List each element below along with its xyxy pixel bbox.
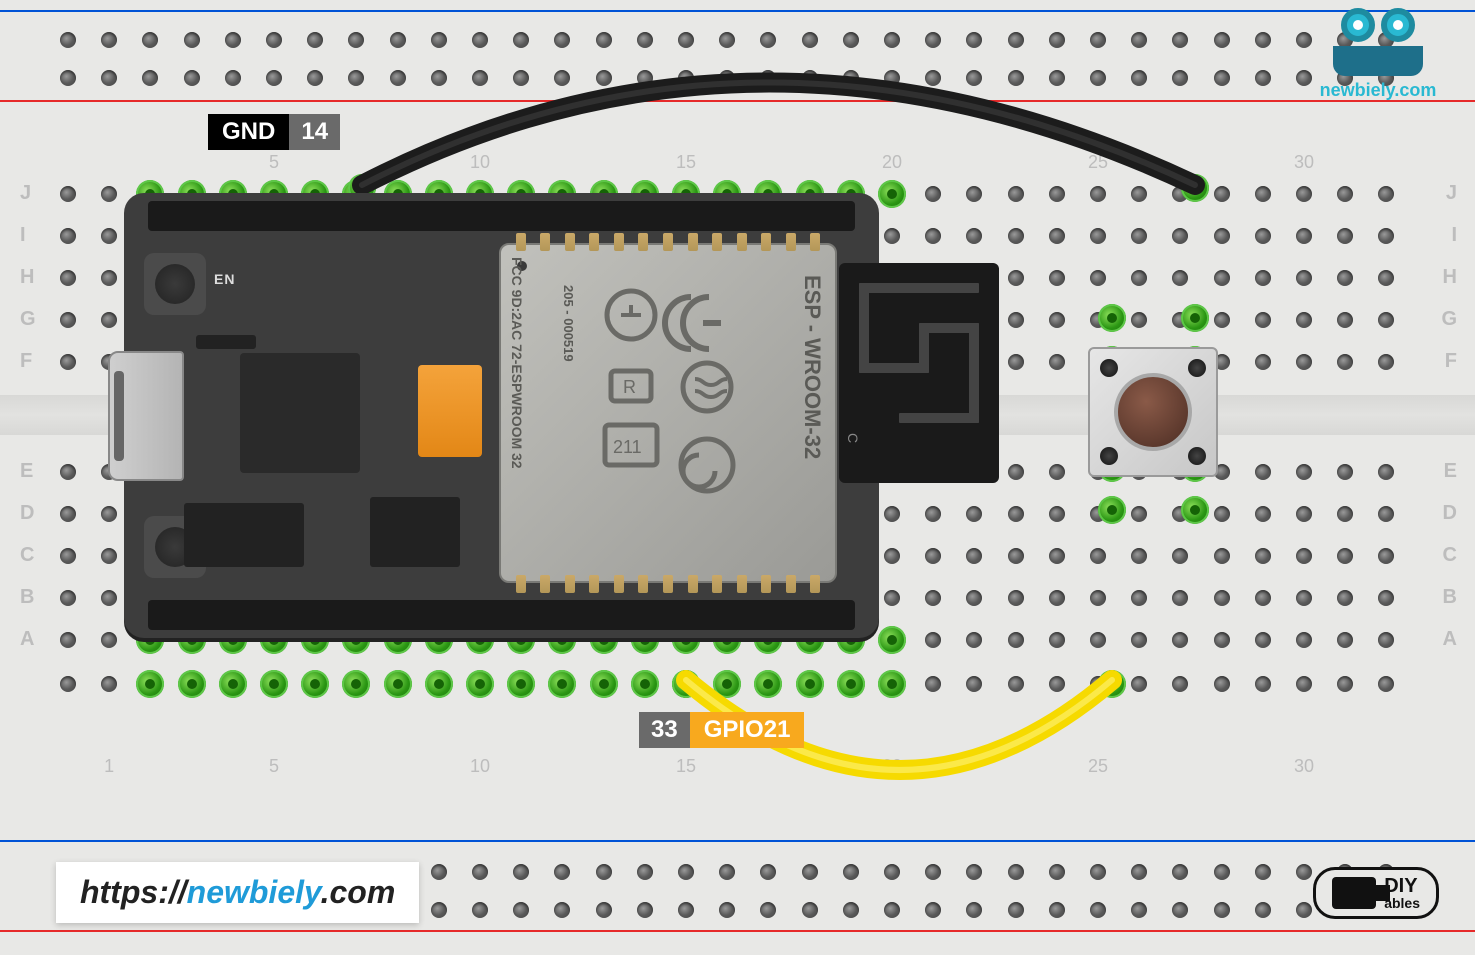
en-button (144, 253, 206, 315)
tactile-pushbutton (1088, 347, 1218, 477)
pcb-antenna: C (839, 263, 999, 483)
shield-model-code: 205 - 000519 (561, 285, 576, 362)
pin-header-bottom (148, 600, 855, 630)
svg-text:211: 211 (613, 437, 642, 457)
antenna-c-marker: C (845, 433, 861, 443)
owl-eyes-icon (1313, 8, 1443, 42)
usb-port (108, 351, 184, 481)
capacitor (418, 365, 482, 457)
rail-top-red (0, 100, 1475, 102)
breadboard-diagram: 51015202530151015202530 JJIIHHGGFFEEDDCC… (0, 0, 1475, 955)
esp-wroom-shield: ESP - WROOM-32 FCC 9D:2AC 72-ESPWROOM 32… (499, 243, 837, 583)
esp32-board: EN IO0 ESP - WROOM-32 FCC 9D:2AC 72-ESPW… (124, 193, 879, 638)
en-button-label: EN (214, 271, 235, 287)
label-gpio21-name: GPIO21 (690, 712, 805, 748)
rail-top-blue (0, 10, 1475, 12)
site-url-prefix: https:// (80, 874, 187, 910)
smd-block (370, 497, 460, 567)
logo-newbiely: newbiely.com (1313, 8, 1443, 101)
label-gnd-name: GND (208, 114, 289, 150)
diyables-icon (1332, 877, 1376, 909)
label-gnd: GND 14 (208, 114, 340, 150)
logo-newbiely-text: newbiely.com (1313, 80, 1443, 101)
label-gpio21-pin: 33 (639, 712, 690, 748)
site-url-suffix: .com (321, 874, 396, 910)
label-gpio21: 33 GPIO21 (639, 712, 804, 748)
pin-header-top (148, 201, 855, 231)
logo-diyables: DIY ables (1313, 867, 1439, 919)
main-mcu-chip (240, 353, 360, 473)
smd-small (196, 335, 256, 349)
voltage-regulator (184, 503, 304, 567)
label-gnd-pin: 14 (289, 114, 340, 150)
svg-text:R: R (623, 377, 636, 397)
owl-body-icon (1333, 46, 1423, 76)
rail-bottom-blue (0, 840, 1475, 842)
shield-model-label: ESP - WROOM-32 (799, 275, 825, 459)
site-url: https://newbiely.com (56, 862, 419, 923)
site-url-brand: newbiely (187, 874, 321, 910)
certification-icons: R 211 (591, 275, 761, 555)
rail-bottom-red (0, 930, 1475, 932)
shield-fcc-label: FCC 9D:2AC 72-ESPWROOM 32 (509, 257, 525, 469)
